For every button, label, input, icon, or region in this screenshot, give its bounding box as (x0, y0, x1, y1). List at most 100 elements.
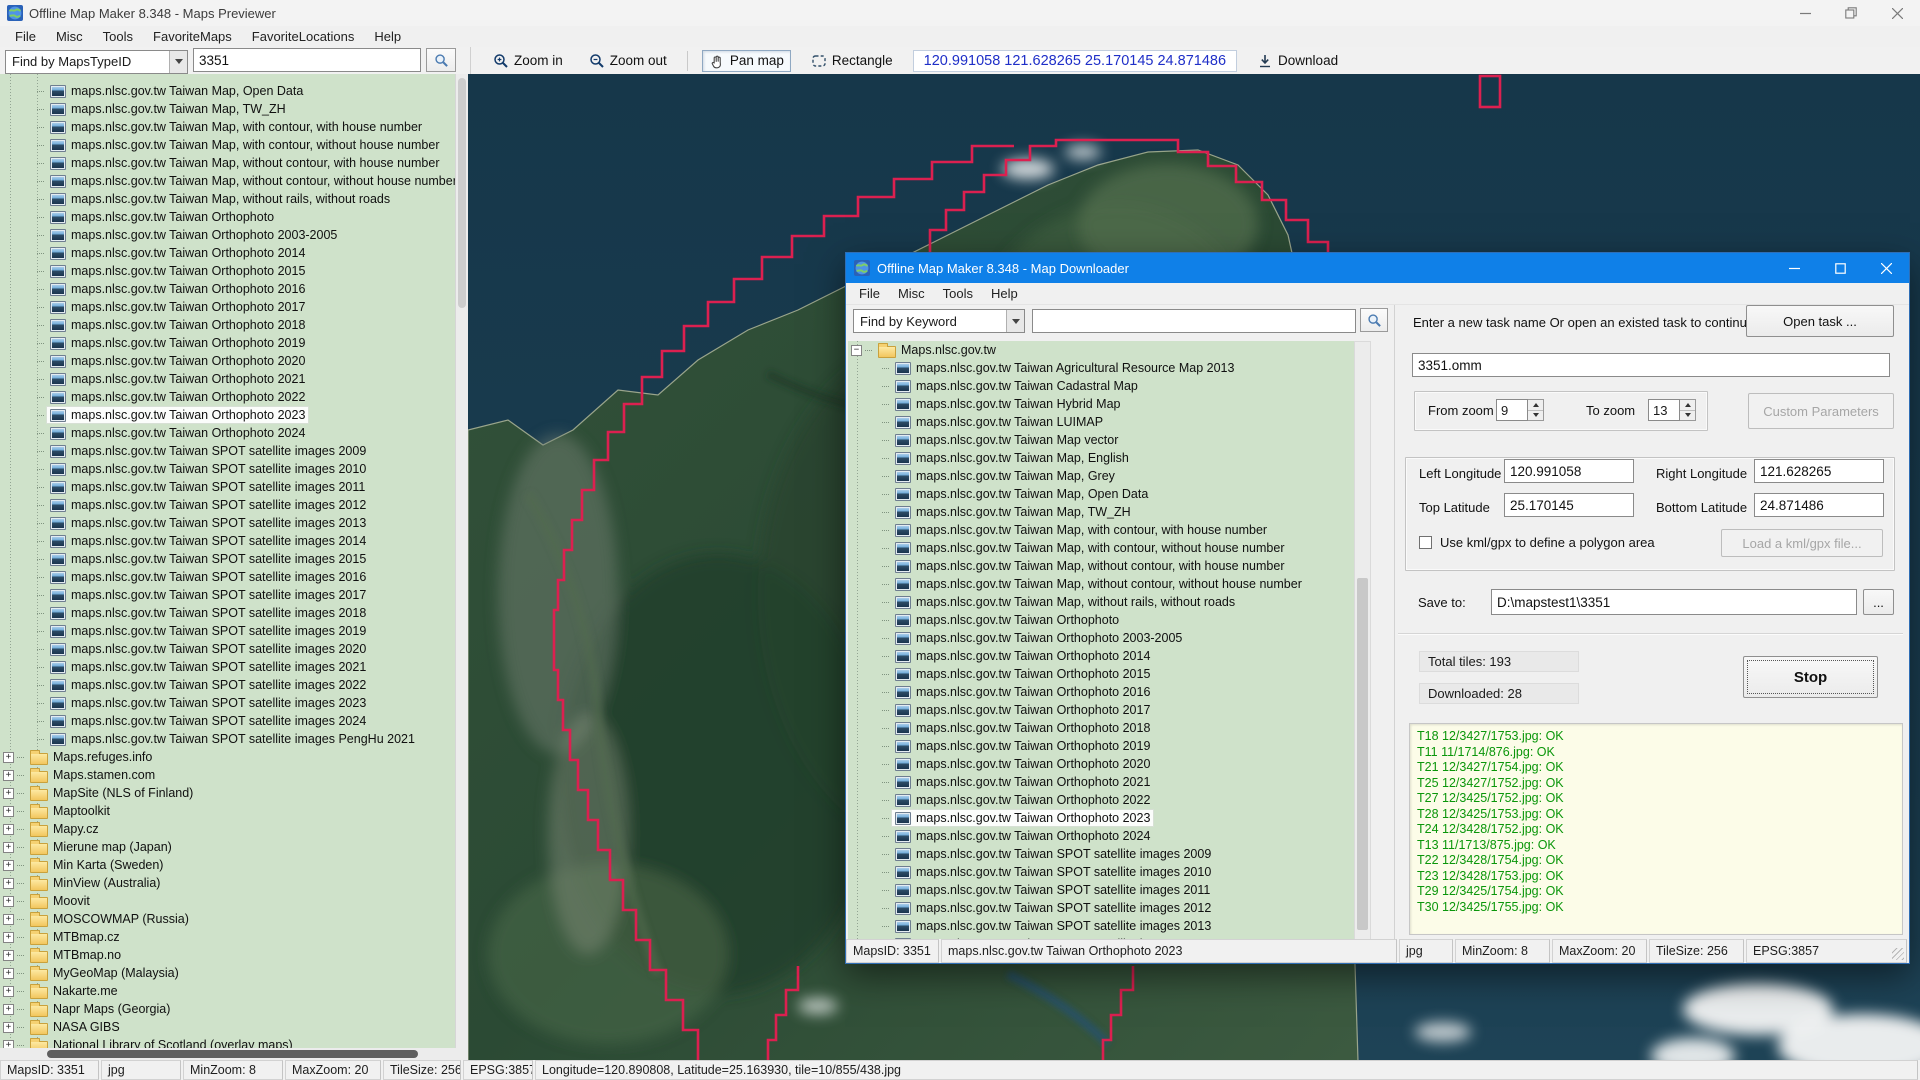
dialog-search-input[interactable] (1032, 309, 1356, 333)
dialog-titlebar[interactable]: Offline Map Maker 8.348 - Map Downloader (846, 253, 1909, 283)
tree-item[interactable]: maps.nlsc.gov.tw Taiwan Orthophoto 2003-… (848, 629, 1354, 647)
menu-item-file[interactable]: File (6, 28, 45, 45)
expand-icon[interactable]: + (3, 1040, 14, 1049)
tree-item[interactable]: maps.nlsc.gov.tw Taiwan Orthophoto 2024 (848, 827, 1354, 845)
tree-item[interactable]: maps.nlsc.gov.tw Taiwan SPOT satellite i… (0, 460, 455, 478)
tree-item[interactable]: maps.nlsc.gov.tw Taiwan Orthophoto 2018 (848, 719, 1354, 737)
tree-item[interactable]: maps.nlsc.gov.tw Taiwan Cadastral Map (848, 377, 1354, 395)
scrollbar-thumb[interactable] (47, 1050, 418, 1058)
tree-item[interactable]: maps.nlsc.gov.tw Taiwan Map, Open Data (848, 485, 1354, 503)
menu-item-misc[interactable]: Misc (889, 285, 934, 302)
tree-item[interactable]: maps.nlsc.gov.tw Taiwan Orthophoto (0, 208, 455, 226)
tree-item[interactable]: maps.nlsc.gov.tw Taiwan Map, with contou… (848, 539, 1354, 557)
tree-item[interactable]: maps.nlsc.gov.tw Taiwan SPOT satellite i… (848, 899, 1354, 917)
tree-folder[interactable]: +Maps.refuges.info (0, 748, 455, 766)
collapse-icon[interactable]: − (851, 345, 862, 356)
tree-item[interactable]: maps.nlsc.gov.tw Taiwan Orthophoto 2019 (848, 737, 1354, 755)
pan-map-button[interactable]: Pan map (702, 50, 791, 72)
tree-item[interactable]: maps.nlsc.gov.tw Taiwan SPOT satellite i… (0, 568, 455, 586)
expand-icon[interactable]: + (3, 914, 14, 925)
menu-item-tools[interactable]: Tools (934, 285, 982, 302)
tree-item[interactable]: maps.nlsc.gov.tw Taiwan SPOT satellite i… (0, 640, 455, 658)
from-zoom-value[interactable]: 9 (1496, 399, 1528, 421)
tree-item[interactable]: maps.nlsc.gov.tw Taiwan LUIMAP (848, 413, 1354, 431)
dialog-tree-scrollbar[interactable] (1354, 341, 1371, 941)
tree-item[interactable]: maps.nlsc.gov.tw Taiwan Orthophoto 2003-… (0, 226, 455, 244)
kml-checkbox[interactable] (1419, 536, 1432, 549)
tree-item[interactable]: maps.nlsc.gov.tw Taiwan Map, English (848, 449, 1354, 467)
tree-folder[interactable]: −Maps.nlsc.gov.tw (848, 341, 1354, 359)
menu-item-help[interactable]: Help (365, 28, 410, 45)
tree-item[interactable]: maps.nlsc.gov.tw Taiwan Map, with contou… (848, 521, 1354, 539)
tree-item[interactable]: maps.nlsc.gov.tw Taiwan Orthophoto 2021 (848, 773, 1354, 791)
zoom-out-button[interactable]: Zoom out (583, 51, 673, 71)
expand-icon[interactable]: + (3, 1022, 14, 1033)
tree-item[interactable]: maps.nlsc.gov.tw Taiwan Map, without con… (848, 557, 1354, 575)
dialog-maximize-button[interactable] (1817, 253, 1863, 283)
tree-item[interactable]: maps.nlsc.gov.tw Taiwan Orthophoto 2017 (0, 298, 455, 316)
tree-item[interactable]: maps.nlsc.gov.tw Taiwan Map, Open Data (0, 82, 455, 100)
load-kml-button[interactable]: Load a kml/gpx file... (1721, 529, 1883, 557)
tree-item[interactable]: maps.nlsc.gov.tw Taiwan Orthophoto 2023 (0, 406, 455, 424)
right-longitude-input[interactable] (1754, 459, 1884, 483)
tree-item[interactable]: maps.nlsc.gov.tw Taiwan SPOT satellite i… (848, 881, 1354, 899)
tree-item[interactable]: maps.nlsc.gov.tw Taiwan Orthophoto 2016 (0, 280, 455, 298)
save-path-input[interactable] (1491, 589, 1857, 615)
from-zoom-spinner[interactable]: 9 (1496, 399, 1544, 421)
menu-item-favoritemaps[interactable]: FavoriteMaps (144, 28, 241, 45)
top-latitude-input[interactable] (1504, 493, 1634, 517)
open-task-button[interactable]: Open task ... (1746, 305, 1894, 337)
tree-folder[interactable]: +Maptoolkit (0, 802, 455, 820)
dialog-search-button[interactable] (1360, 308, 1388, 332)
tree-item[interactable]: maps.nlsc.gov.tw Taiwan SPOT satellite i… (848, 917, 1354, 935)
tree-item[interactable]: maps.nlsc.gov.tw Taiwan Orthophoto 2014 (0, 244, 455, 262)
tree-folder[interactable]: +Napr Maps (Georgia) (0, 1000, 455, 1018)
search-button[interactable] (426, 48, 456, 72)
menu-item-help[interactable]: Help (982, 285, 1027, 302)
tree-item[interactable]: maps.nlsc.gov.tw Taiwan Orthophoto 2018 (0, 316, 455, 334)
tree-item[interactable]: maps.nlsc.gov.tw Taiwan SPOT satellite i… (0, 586, 455, 604)
find-by-combo[interactable]: Find by MapsTypeID (5, 50, 188, 74)
tree-item[interactable]: maps.nlsc.gov.tw Taiwan SPOT satellite i… (0, 496, 455, 514)
tree-item[interactable]: maps.nlsc.gov.tw Taiwan Map, Grey (848, 467, 1354, 485)
tree-item[interactable]: maps.nlsc.gov.tw Taiwan SPOT satellite i… (0, 550, 455, 568)
tree-item[interactable]: maps.nlsc.gov.tw Taiwan SPOT satellite i… (0, 622, 455, 640)
tree-folder[interactable]: +Mierune map (Japan) (0, 838, 455, 856)
tree-horizontal-scrollbar[interactable] (0, 1048, 468, 1060)
tree-folder[interactable]: +Min Karta (Sweden) (0, 856, 455, 874)
download-log[interactable]: T18 12/3427/1753.jpg: OKT11 11/1714/876.… (1409, 723, 1903, 935)
tree-item[interactable]: maps.nlsc.gov.tw Taiwan Map, without con… (0, 172, 455, 190)
kml-checkbox-label[interactable]: Use kml/gpx to define a polygon area (1440, 535, 1655, 550)
expand-icon[interactable]: + (3, 968, 14, 979)
menu-item-favoritelocations[interactable]: FavoriteLocations (243, 28, 364, 45)
to-zoom-spinner[interactable]: 13 (1648, 399, 1696, 421)
close-button[interactable] (1874, 0, 1920, 26)
menu-item-tools[interactable]: Tools (94, 28, 142, 45)
tree-item[interactable]: maps.nlsc.gov.tw Taiwan SPOT satellite i… (0, 478, 455, 496)
menu-item-misc[interactable]: Misc (47, 28, 92, 45)
tree-item[interactable]: maps.nlsc.gov.tw Taiwan SPOT satellite i… (0, 694, 455, 712)
tree-folder[interactable]: +National Library of Scotland (overlay m… (0, 1036, 455, 1048)
tree-item[interactable]: maps.nlsc.gov.tw Taiwan SPOT satellite i… (0, 604, 455, 622)
tree-item[interactable]: maps.nlsc.gov.tw Taiwan Orthophoto 2019 (0, 334, 455, 352)
spinner-arrows[interactable] (1680, 399, 1696, 421)
search-input[interactable] (193, 48, 421, 72)
combo-dropdown-icon[interactable] (1006, 310, 1024, 332)
tree-item[interactable]: maps.nlsc.gov.tw Taiwan SPOT satellite i… (0, 730, 455, 748)
tree-item[interactable]: maps.nlsc.gov.tw Taiwan Map, without rai… (848, 593, 1354, 611)
expand-icon[interactable]: + (3, 824, 14, 835)
tree-folder[interactable]: +MOSCOWMAP (Russia) (0, 910, 455, 928)
left-longitude-input[interactable] (1504, 459, 1634, 483)
tree-folder[interactable]: +MTBmap.no (0, 946, 455, 964)
tree-item[interactable]: maps.nlsc.gov.tw Taiwan Orthophoto (848, 611, 1354, 629)
to-zoom-value[interactable]: 13 (1648, 399, 1680, 421)
expand-icon[interactable]: + (3, 932, 14, 943)
tree-item[interactable]: maps.nlsc.gov.tw Taiwan SPOT satellite i… (848, 845, 1354, 863)
tree-item[interactable]: maps.nlsc.gov.tw Taiwan Orthophoto 2020 (0, 352, 455, 370)
tree-item[interactable]: maps.nlsc.gov.tw Taiwan Map, TW_ZH (0, 100, 455, 118)
browse-button[interactable]: ... (1863, 589, 1894, 615)
restore-button[interactable] (1828, 0, 1874, 26)
dialog-minimize-button[interactable] (1771, 253, 1817, 283)
tree-item[interactable]: maps.nlsc.gov.tw Taiwan Orthophoto 2024 (0, 424, 455, 442)
tree-folder[interactable]: +NASA GIBS (0, 1018, 455, 1036)
